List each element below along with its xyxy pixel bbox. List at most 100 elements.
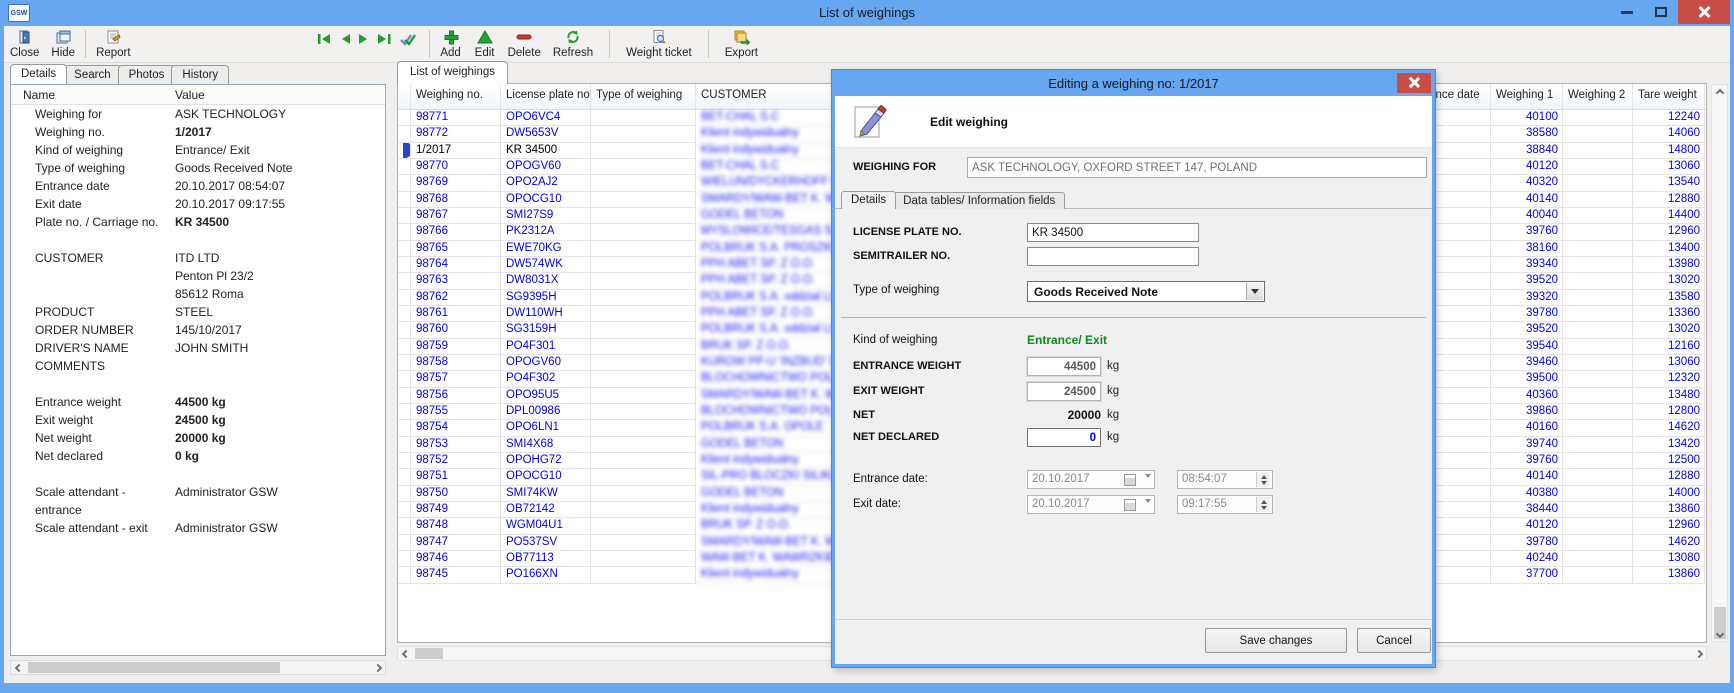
cell-no: 98763 xyxy=(411,273,501,289)
time-spinner[interactable] xyxy=(1256,497,1270,512)
entrance-time-field[interactable]: 08:54:07 xyxy=(1177,470,1273,489)
add-button[interactable]: Add xyxy=(434,26,468,62)
tab-details[interactable]: Details xyxy=(10,64,67,84)
edit-button[interactable]: Edit xyxy=(468,26,502,62)
exit-door-icon xyxy=(17,28,33,46)
delete-button[interactable]: Delete xyxy=(502,26,547,62)
net-declared-field[interactable] xyxy=(1027,428,1101,447)
maximize-button[interactable] xyxy=(1644,0,1678,24)
hide-button[interactable]: Hide xyxy=(45,26,81,62)
scroll-right-icon[interactable] xyxy=(370,665,385,671)
scrollbar-thumb[interactable] xyxy=(415,648,443,659)
calendar-icon[interactable] xyxy=(1124,499,1136,511)
cell-tare: 12800 xyxy=(1633,404,1705,420)
chevron-down-icon xyxy=(1251,289,1259,294)
grid-header-weighing-no[interactable]: Weighing no. xyxy=(411,84,501,109)
combo-dropdown-button[interactable] xyxy=(1246,283,1263,300)
spin-down-icon xyxy=(1261,481,1267,485)
weight-ticket-button[interactable]: Weight ticket xyxy=(620,26,698,62)
left-tab-strip: DetailsSearchPhotosHistory xyxy=(10,62,225,84)
grid-vertical-scrollbar[interactable] xyxy=(1711,84,1728,642)
detail-row: ORDER NUMBER145/10/2017 xyxy=(11,321,385,339)
nav-previous-button[interactable] xyxy=(339,31,351,47)
scroll-down-icon[interactable] xyxy=(1712,626,1727,641)
close-icon xyxy=(1409,78,1419,88)
tab-photos[interactable]: Photos xyxy=(118,65,176,84)
scroll-left-icon[interactable] xyxy=(11,665,26,671)
save-changes-button[interactable]: Save changes xyxy=(1205,628,1347,653)
nav-first-button[interactable] xyxy=(317,31,332,47)
detail-row: DRIVER'S NAMEJOHN SMITH xyxy=(11,339,385,357)
cell-type xyxy=(591,567,696,583)
tab-history[interactable]: History xyxy=(171,65,229,84)
dialog-header-title: Edit weighing xyxy=(930,115,1008,129)
spin-up-icon xyxy=(1261,500,1267,504)
cell-w2 xyxy=(1563,208,1633,224)
minimize-button[interactable] xyxy=(1610,0,1644,24)
scroll-left-icon[interactable] xyxy=(398,651,413,657)
tab-search[interactable]: Search xyxy=(63,65,121,84)
row-marker xyxy=(398,551,411,567)
cell-no: 98754 xyxy=(411,420,501,436)
dialog-tab-page: LICENSE PLATE NO. SEMITRAILER NO. Type o… xyxy=(835,208,1432,625)
cell-plate: KR 34500 xyxy=(501,143,591,159)
cell-no: 98770 xyxy=(411,159,501,175)
license-plate-field[interactable] xyxy=(1027,223,1199,242)
calendar-icon[interactable] xyxy=(1124,474,1136,486)
entrance-date-row: Entrance date: 20.10.2017 08:54:07 xyxy=(835,470,1432,490)
grid-header-weighing-2[interactable]: Weighing 2 xyxy=(1563,84,1633,109)
scrollbar-thumb[interactable] xyxy=(28,662,280,673)
confirm-check-icon[interactable] xyxy=(399,31,417,47)
cancel-button[interactable]: Cancel xyxy=(1357,628,1431,653)
semitrailer-field[interactable] xyxy=(1027,247,1199,266)
entrance-weight-field[interactable] xyxy=(1027,357,1101,376)
row-marker xyxy=(398,486,411,502)
dialog-tab-data-tables[interactable]: Data tables/ Information fields xyxy=(893,192,1065,209)
scroll-up-icon[interactable] xyxy=(1712,85,1727,100)
row-marker xyxy=(398,290,411,306)
row-marker xyxy=(398,192,411,208)
cell-w1: 40380 xyxy=(1491,486,1563,502)
cell-tare: 13420 xyxy=(1633,437,1705,453)
grid-header-type[interactable]: Type of weighing xyxy=(591,84,696,109)
grid-header-weighing-1[interactable]: Weighing 1 xyxy=(1491,84,1563,109)
window-close-button[interactable] xyxy=(1678,0,1730,24)
nav-last-button[interactable] xyxy=(377,31,392,47)
cell-w2 xyxy=(1563,159,1633,175)
report-button[interactable]: Report xyxy=(90,26,137,62)
cell-w2 xyxy=(1563,388,1633,404)
cell-plate: SMI27S9 xyxy=(501,208,591,224)
cell-w2 xyxy=(1563,535,1633,551)
cell-tare: 13360 xyxy=(1633,306,1705,322)
chevron-down-icon[interactable] xyxy=(1145,503,1151,515)
exit-weight-field[interactable] xyxy=(1027,382,1101,401)
cell-tare: 14800 xyxy=(1633,143,1705,159)
weighing-for-field[interactable] xyxy=(967,157,1427,178)
close-button[interactable]: Close xyxy=(4,26,45,62)
refresh-button[interactable]: Refresh xyxy=(547,26,599,62)
exit-time-field[interactable]: 09:17:55 xyxy=(1177,495,1273,514)
cell-plate: DPL00986 xyxy=(501,404,591,420)
dialog-close-button[interactable] xyxy=(1397,73,1431,93)
nav-next-button[interactable] xyxy=(358,31,370,47)
export-button[interactable]: Export xyxy=(719,26,764,62)
detail-value: Administrator GSW xyxy=(171,483,278,519)
detail-row: Exit weight24500 kg xyxy=(11,411,385,429)
type-of-weighing-select[interactable]: Goods Received Note xyxy=(1027,281,1265,302)
exit-date-field[interactable]: 20.10.2017 xyxy=(1027,495,1155,514)
entrance-date-field[interactable]: 20.10.2017 xyxy=(1027,470,1155,489)
dialog-tab-details[interactable]: Details xyxy=(841,191,896,209)
cell-tare: 13860 xyxy=(1633,567,1705,583)
cell-w2 xyxy=(1563,175,1633,191)
grid-header-tare-weight[interactable]: Tare weight xyxy=(1633,84,1705,109)
time-spinner[interactable] xyxy=(1256,472,1270,487)
chevron-down-icon[interactable] xyxy=(1145,478,1151,490)
entrance-weight-unit: kg xyxy=(1107,360,1119,372)
cell-no: 98762 xyxy=(411,290,501,306)
tab-list-of-weighings[interactable]: List of weighings xyxy=(397,61,508,84)
cell-w2 xyxy=(1563,224,1633,240)
row-marker xyxy=(398,453,411,469)
details-horizontal-scrollbar[interactable] xyxy=(10,660,386,675)
scroll-right-icon[interactable] xyxy=(1691,651,1706,657)
grid-header-license-plate[interactable]: License plate no. xyxy=(501,84,591,109)
